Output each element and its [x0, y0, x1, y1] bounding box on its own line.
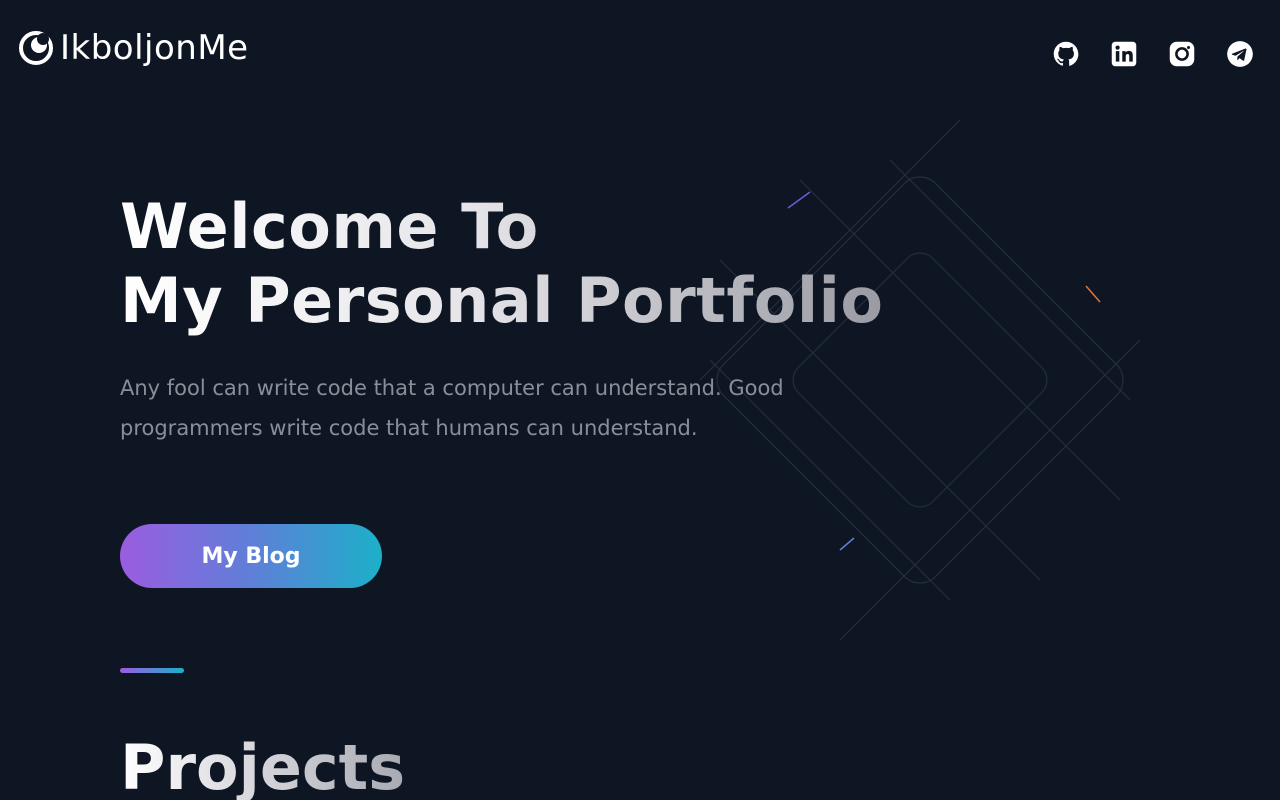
- linkedin-icon: [1111, 41, 1137, 67]
- github-icon: [1053, 41, 1079, 66]
- hero-title-line-2: My Personal Portfolio: [120, 264, 884, 337]
- site-logo[interactable]: IkboljonMe: [18, 26, 249, 70]
- logo-text: IkboljonMe: [60, 28, 249, 68]
- telegram-link[interactable]: [1224, 38, 1256, 70]
- hero-quote: Any fool can write code that a computer …: [120, 376, 784, 440]
- social-links: [1050, 38, 1256, 70]
- hero-title: Welcome To My Personal Portfolio: [120, 190, 884, 338]
- hero-title-line-1: Welcome To: [120, 190, 539, 263]
- github-link[interactable]: [1050, 38, 1082, 70]
- linkedin-link[interactable]: [1108, 38, 1140, 70]
- instagram-icon: [1169, 41, 1195, 67]
- projects-title: Projects: [120, 728, 405, 800]
- logo-icon: [19, 31, 53, 65]
- portfolio-page: IkboljonMe Welcome To My Personal Portfo…: [0, 0, 1280, 800]
- my-blog-button[interactable]: My Blog: [120, 524, 382, 588]
- instagram-link[interactable]: [1166, 38, 1198, 70]
- telegram-icon: [1227, 41, 1253, 67]
- section-divider: [120, 668, 184, 673]
